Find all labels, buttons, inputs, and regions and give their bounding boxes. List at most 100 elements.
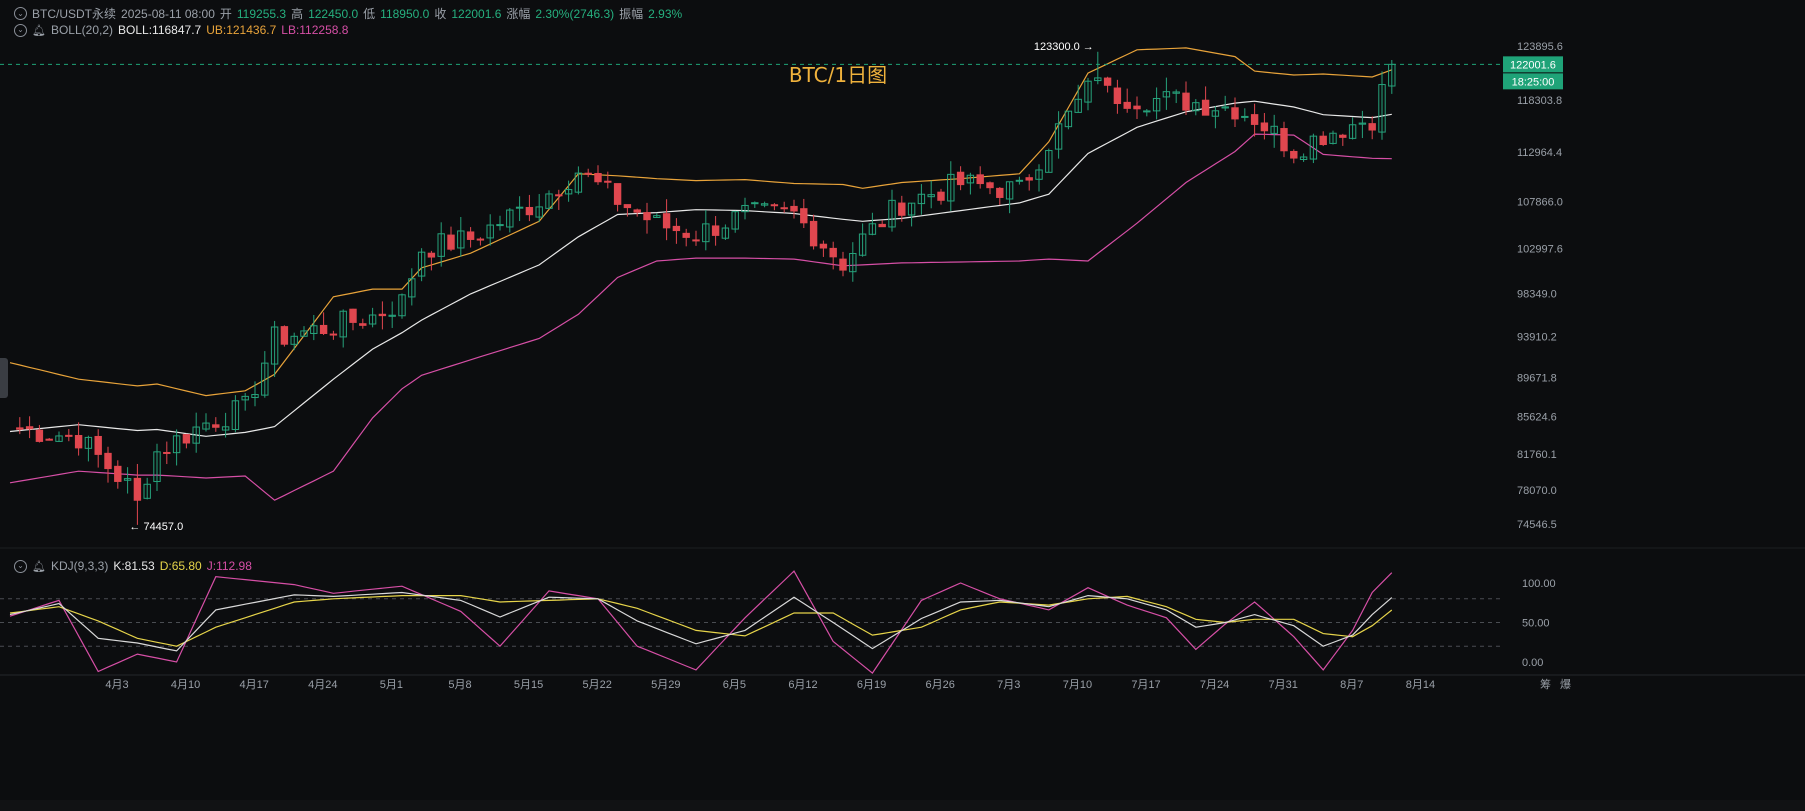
x-tick-label: 4月24 [308, 679, 337, 691]
candle-down [133, 477, 142, 501]
candle-down [466, 231, 475, 240]
candle-down [114, 465, 122, 482]
x-tick-label: 6月26 [926, 679, 955, 691]
candle-up [1241, 115, 1249, 118]
candle-down [555, 194, 563, 197]
candle-down [182, 434, 191, 444]
candle-down [1201, 99, 1210, 116]
y-tick-label: 78070.0 [1517, 485, 1557, 497]
x-tick-label: 5月29 [651, 679, 680, 691]
candle-down [878, 223, 886, 228]
candle-down [633, 209, 641, 213]
candle-down [1182, 92, 1190, 111]
candle-down [594, 172, 602, 183]
candle-down [212, 424, 220, 428]
x-tick-label: 8月14 [1406, 679, 1435, 691]
y-tick-label: 107866.0 [1517, 196, 1563, 208]
candle-down [1319, 135, 1327, 146]
bottom-toolbar-strip [0, 800, 1805, 811]
candle-down [1025, 177, 1033, 181]
x-tick-label: 5月1 [380, 679, 403, 691]
candle-down [996, 187, 1004, 198]
price-annotation: 123300.0 → [1034, 41, 1094, 53]
candle-up [496, 224, 504, 227]
candle-down [790, 205, 798, 212]
candle-down [692, 239, 700, 242]
candle-down [976, 174, 984, 185]
candle-down [1133, 105, 1141, 110]
x-tick-label: 5月22 [583, 679, 612, 691]
candle-down [35, 429, 44, 442]
x-tick-label: 7月17 [1131, 679, 1160, 691]
x-tick-label: 5月15 [514, 679, 543, 691]
candle-down [16, 427, 24, 430]
candle-up [1015, 179, 1024, 182]
candle-down [65, 434, 73, 437]
candle-down [711, 225, 720, 236]
candle-down [359, 323, 367, 326]
candle-down [1290, 150, 1298, 159]
x-tick-label: 4月10 [171, 679, 200, 691]
candle-down [672, 225, 681, 232]
candle-down [25, 426, 34, 430]
candle-down [623, 204, 632, 209]
x-tick-label: 6月12 [788, 679, 817, 691]
x-tick-label: 7月24 [1200, 679, 1229, 691]
y-tick-label: 85624.6 [1517, 412, 1557, 424]
candle-down [94, 435, 102, 455]
candle-up [1143, 110, 1151, 113]
kdj-k-line [9, 591, 1393, 652]
candle-down [1368, 123, 1376, 131]
x-tick-label: 7月3 [997, 679, 1020, 691]
candle-down [319, 324, 328, 335]
candle-down [163, 451, 171, 454]
boll-lower-line [9, 133, 1392, 501]
chart-title: BTC/1日图 [789, 63, 887, 87]
candle-down [770, 204, 779, 207]
x-tick-label: 5月8 [448, 679, 471, 691]
x-tick-label: 8月7 [1340, 679, 1363, 691]
candle-down [643, 212, 651, 221]
y-tick-label: 118303.8 [1517, 95, 1562, 107]
candle-down [74, 434, 83, 449]
candle-down [1123, 101, 1131, 109]
x-tick-label: 4月3 [105, 679, 128, 691]
candle-down [280, 326, 289, 345]
candle-down [427, 252, 436, 258]
candle-down [1113, 87, 1122, 105]
y-tick-label: 102997.6 [1517, 243, 1563, 255]
candle-down [329, 333, 338, 336]
chip-label: 筹 [1540, 677, 1551, 691]
price-chart[interactable]: 123895.6 118303.8 112964.4 107866.0 102997.6… [0, 0, 1805, 811]
price-annotation: ← 74457.0 [129, 521, 183, 533]
candle-down [613, 183, 622, 205]
candle-down [937, 191, 945, 201]
y-tick-label: 98349.0 [1517, 288, 1557, 300]
candle-down [1103, 77, 1112, 86]
candle-down [349, 308, 357, 323]
candle-down [1250, 114, 1259, 125]
boll-mid-line [9, 100, 1392, 437]
sidebar-collapse-handle[interactable] [0, 358, 8, 398]
y-tick-label: 112964.4 [1517, 147, 1562, 159]
candle-down [839, 258, 847, 271]
candle-down [800, 208, 808, 224]
candle-down [829, 247, 837, 258]
candle-down [819, 243, 828, 249]
y-tick-label: 123895.6 [1517, 41, 1563, 53]
candle-down [45, 438, 53, 441]
candle-down [476, 238, 485, 241]
x-tick-label: 7月31 [1269, 679, 1298, 691]
candle-down [809, 220, 818, 247]
candle-down [986, 182, 994, 189]
x-tick-label: 6月5 [723, 679, 746, 691]
candle-down [1339, 134, 1347, 138]
candle-down [584, 172, 592, 175]
y-tick-label: 74546.5 [1517, 519, 1557, 531]
x-tick-label: 4月17 [240, 679, 269, 691]
x-tick-label: 6月19 [857, 679, 886, 691]
y-tick-label: 89671.8 [1517, 372, 1557, 384]
candle-down [525, 206, 534, 216]
candle-down [378, 313, 387, 317]
kdj-tick-label: 100.00 [1522, 578, 1556, 590]
